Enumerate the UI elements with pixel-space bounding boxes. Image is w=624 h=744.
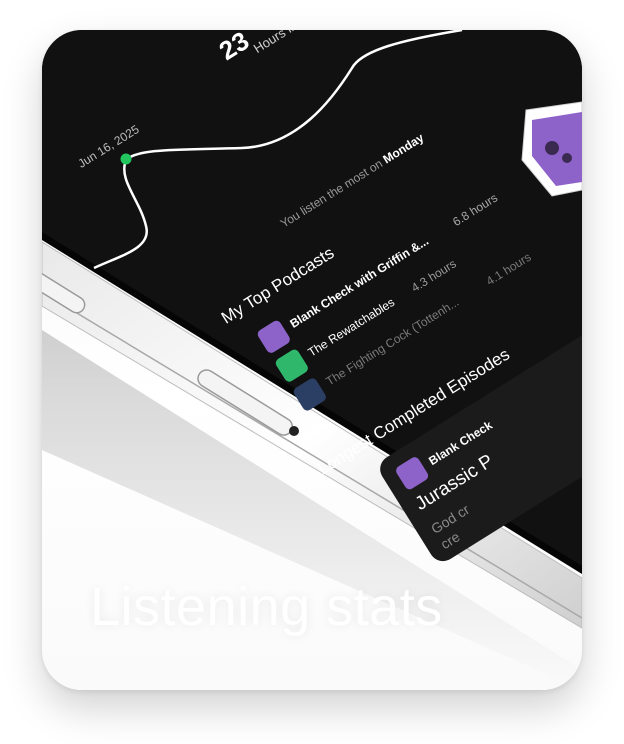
caption: Listening stats	[90, 577, 443, 637]
sim-tray-hole	[289, 426, 299, 436]
curve-marker	[120, 153, 132, 165]
promo-card: 23 Hours listened Jun 16, 2025 You liste…	[42, 30, 582, 690]
